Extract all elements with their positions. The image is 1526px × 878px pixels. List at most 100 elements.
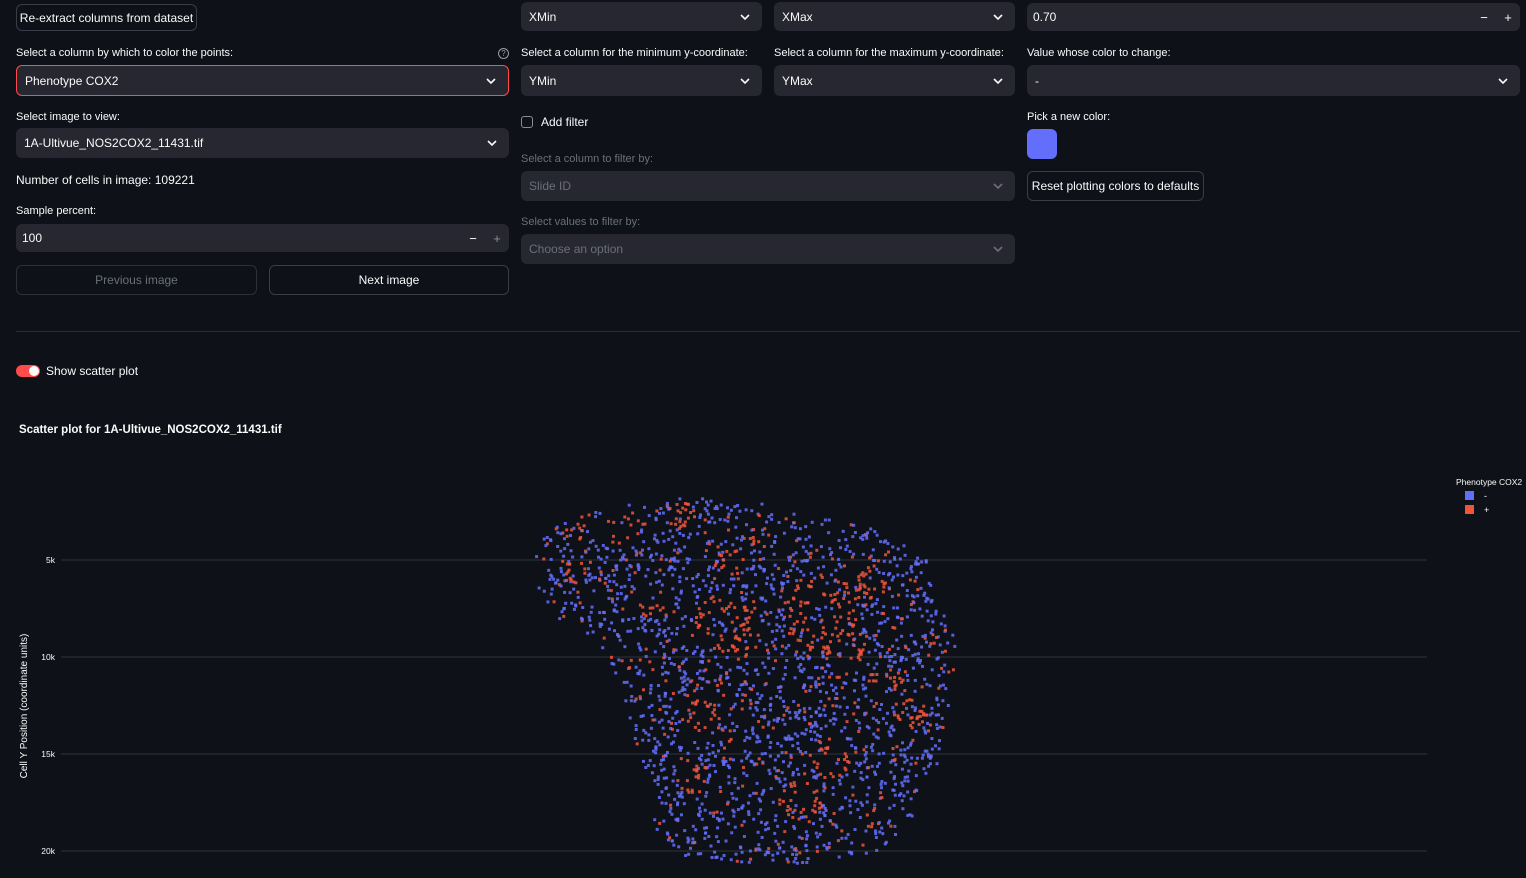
- point-negative: [771, 853, 775, 857]
- ymax-select[interactable]: YMax: [774, 65, 1015, 96]
- point-negative: [799, 634, 803, 638]
- point-negative: [794, 653, 798, 657]
- filter-column-select[interactable]: Slide ID: [521, 171, 1015, 201]
- point-negative: [768, 754, 772, 758]
- point-negative: [637, 642, 641, 646]
- point-negative: [844, 681, 848, 685]
- image-select[interactable]: 1A-Ultivue_NOS2COX2_11431.tif: [16, 128, 509, 158]
- point-negative: [639, 648, 643, 652]
- point-positive: [857, 575, 861, 579]
- xmax-select[interactable]: XMax: [774, 2, 1015, 31]
- point-negative: [672, 548, 676, 552]
- legend-swatch: [1465, 505, 1474, 514]
- point-negative: [782, 699, 785, 703]
- point-negative: [590, 605, 594, 609]
- point-negative: [717, 703, 721, 707]
- reset-colors-button[interactable]: Reset plotting colors to defaults: [1027, 171, 1204, 201]
- point-negative: [701, 579, 705, 583]
- point-positive: [709, 717, 713, 721]
- point-negative: [754, 584, 758, 588]
- point-negative: [793, 732, 797, 736]
- scatter-toggle[interactable]: [16, 365, 40, 377]
- point-negative: [760, 694, 764, 698]
- add-filter-checkbox-row[interactable]: Add filter: [521, 115, 588, 129]
- sample-percent-input[interactable]: 100 − +: [16, 224, 509, 252]
- increment-button[interactable]: +: [1496, 10, 1520, 25]
- point-negative: [782, 850, 786, 854]
- point-negative: [616, 592, 620, 596]
- point-positive: [696, 683, 700, 687]
- point-negative: [673, 769, 677, 773]
- filter-values-select[interactable]: Choose an option: [521, 234, 1015, 264]
- point-negative: [887, 730, 891, 734]
- point-negative: [804, 525, 808, 529]
- point-positive: [803, 710, 807, 714]
- point-positive: [840, 829, 844, 833]
- point-negative: [802, 651, 806, 655]
- point-positive: [893, 676, 897, 679]
- point-negative: [780, 751, 784, 755]
- decrement-button[interactable]: −: [1472, 10, 1496, 25]
- point-negative: [761, 528, 764, 532]
- point-negative: [944, 687, 948, 691]
- add-filter-checkbox[interactable]: [521, 116, 533, 128]
- point-negative: [931, 620, 935, 624]
- point-negative: [830, 607, 834, 611]
- point-positive: [880, 796, 884, 799]
- point-positive: [831, 704, 835, 708]
- point-negative: [559, 584, 563, 588]
- point-negative: [701, 649, 705, 653]
- next-image-button[interactable]: Next image: [269, 265, 509, 295]
- point-negative: [709, 499, 713, 503]
- xmin-select[interactable]: XMin: [521, 2, 762, 31]
- point-negative: [641, 626, 645, 630]
- decrement-button[interactable]: −: [461, 231, 485, 246]
- point-negative: [667, 568, 671, 572]
- point-negative: [809, 571, 813, 575]
- point-negative: [624, 595, 628, 599]
- point-negative: [597, 555, 600, 559]
- point-negative: [742, 820, 746, 824]
- point-negative: [809, 729, 813, 733]
- chevron-down-icon: [1496, 74, 1510, 88]
- point-negative: [712, 764, 716, 767]
- legend: -+: [1465, 491, 1489, 515]
- point-negative: [896, 647, 900, 651]
- point-negative: [751, 728, 754, 732]
- point-positive: [793, 784, 797, 788]
- point-positive: [836, 591, 840, 595]
- color-picker-swatch[interactable]: [1027, 129, 1057, 159]
- point-negative: [670, 631, 674, 635]
- point-negative: [813, 720, 817, 724]
- color-by-select[interactable]: Phenotype COX2: [16, 65, 509, 96]
- point-negative: [822, 784, 826, 788]
- previous-image-button[interactable]: Previous image: [16, 265, 257, 295]
- point-negative: [653, 650, 657, 654]
- value-change-label: Value whose color to change:: [1027, 47, 1171, 59]
- point-negative: [783, 777, 787, 781]
- point-positive: [922, 712, 926, 716]
- reextract-columns-button[interactable]: Re-extract columns from dataset: [16, 4, 197, 31]
- point-negative: [838, 705, 842, 709]
- point-positive: [811, 645, 815, 649]
- point-negative: [711, 744, 715, 747]
- point-negative: [615, 583, 619, 587]
- point-negative: [921, 753, 925, 757]
- point-negative: [787, 734, 791, 738]
- point-positive: [866, 566, 870, 570]
- help-icon[interactable]: ?: [498, 48, 509, 59]
- scatter-toggle-row[interactable]: Show scatter plot: [16, 364, 138, 378]
- scatter-plot[interactable]: 5k10k15k20k Cell Y Position (coordinate …: [0, 440, 1526, 878]
- point-negative: [670, 742, 673, 746]
- increment-button[interactable]: +: [485, 231, 509, 246]
- point-positive: [908, 698, 912, 702]
- point-positive: [574, 581, 578, 585]
- point-positive: [754, 645, 758, 649]
- value-change-select[interactable]: -: [1027, 65, 1520, 96]
- point-negative: [772, 592, 776, 596]
- image-select-value: 1A-Ultivue_NOS2COX2_11431.tif: [24, 136, 204, 150]
- point-negative: [865, 793, 869, 797]
- ymin-select[interactable]: YMin: [521, 65, 762, 96]
- point-negative: [598, 511, 602, 515]
- opacity-input[interactable]: 0.70 − +: [1027, 3, 1520, 31]
